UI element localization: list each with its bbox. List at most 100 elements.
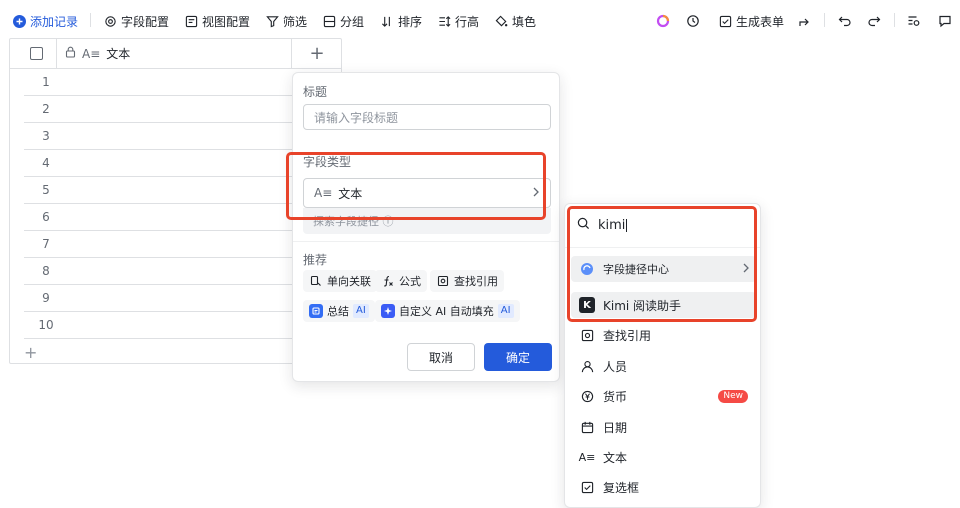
row-number: 3 (42, 129, 50, 143)
filter-button[interactable]: 筛选 (265, 12, 307, 30)
assistant-button[interactable] (656, 12, 670, 30)
comment-button[interactable] (938, 12, 952, 30)
field-config-panel: 标题 请输入字段标题 字段类型 A≡ 文本 探索字段捷径 ⓘ 推荐 单向关联 公… (292, 72, 560, 382)
type-item-currency[interactable]: 货币 New (571, 383, 756, 409)
chip-lookup[interactable]: 查找引用 (430, 270, 504, 292)
table-row[interactable]: 6 (24, 204, 292, 231)
row-number: 2 (42, 102, 50, 116)
row-number: 1 (42, 75, 50, 89)
table-row[interactable]: 2 (24, 96, 292, 123)
share-button[interactable] (798, 12, 812, 30)
table-row[interactable]: 7 (24, 231, 292, 258)
add-record-button[interactable]: 添加记录 (12, 12, 78, 30)
chip-formula[interactable]: 公式 (375, 270, 427, 292)
form-icon (718, 14, 732, 28)
undo-icon (838, 14, 852, 28)
type-item-date[interactable]: 日期 (571, 414, 756, 440)
add-column-button[interactable]: + (292, 39, 342, 68)
search-records-button[interactable] (907, 12, 921, 30)
row-number: 10 (38, 318, 54, 332)
assistant-ring-icon (656, 14, 670, 28)
table-row[interactable]: 8 (24, 258, 292, 285)
row-number: 6 (42, 210, 50, 224)
type-item-label: 人员 (603, 359, 628, 374)
share-icon (798, 14, 812, 28)
column-header-text[interactable]: A≡ 文本 (56, 39, 292, 68)
ai-tag: AI (353, 304, 369, 318)
text-type-icon: A≡ (82, 46, 101, 61)
add-row-button[interactable]: + (24, 343, 37, 362)
lookup-icon (436, 274, 450, 288)
type-item-lookup[interactable]: 查找引用 (571, 322, 756, 348)
row-number: 7 (42, 237, 50, 251)
currency-icon (579, 388, 595, 404)
chip-custom-ai-autofill[interactable]: 自定义 AI 自动填充 AI (375, 300, 520, 322)
chip-summary-ai[interactable]: 总结 AI (303, 300, 375, 322)
column-header-label: 文本 (106, 47, 131, 61)
divider (293, 241, 559, 242)
comment-icon (938, 14, 952, 28)
table-row[interactable]: 10 (24, 312, 292, 339)
view-config-icon (184, 14, 198, 28)
chip-label: 查找引用 (454, 275, 498, 288)
group-label: 分组 (340, 14, 365, 29)
redo-button[interactable] (867, 12, 881, 30)
custom-ai-icon (381, 304, 395, 318)
toolbar-divider (90, 13, 91, 27)
table-row[interactable]: 5 (24, 177, 292, 204)
cancel-button[interactable]: 取消 (407, 343, 475, 371)
type-item-label: 复选框 (603, 480, 640, 495)
sort-icon (380, 14, 394, 28)
confirm-button[interactable]: 确定 (484, 343, 552, 371)
recommend-label: 推荐 (303, 253, 328, 267)
toolbar: 添加记录 字段配置 视图配置 筛选 分组 排序 行高 填色 生成表单 (0, 0, 960, 40)
row-height-button[interactable]: 行高 (437, 12, 479, 30)
type-item-label: 查找引用 (603, 328, 652, 343)
undo-button[interactable] (838, 12, 852, 30)
view-config-button[interactable]: 视图配置 (184, 12, 250, 30)
table-row[interactable]: 9 (24, 285, 292, 312)
history-icon (686, 14, 700, 28)
list-search-icon (907, 14, 921, 28)
lookup-icon (579, 327, 595, 343)
type-item-text[interactable]: A≡ 文本 (571, 444, 756, 470)
table-row[interactable]: 3 (24, 123, 292, 150)
chip-label: 总结 (327, 305, 349, 318)
row-height-label: 行高 (455, 14, 480, 29)
field-config-label: 字段配置 (121, 14, 170, 29)
generate-form-button[interactable]: 生成表单 (718, 12, 784, 30)
gear-icon (103, 14, 117, 28)
select-all-checkbox[interactable] (30, 47, 43, 60)
group-icon (322, 14, 336, 28)
history-button[interactable] (686, 12, 700, 30)
sort-label: 排序 (398, 14, 423, 29)
one-way-link-icon (309, 274, 323, 288)
chip-one-way-link[interactable]: 单向关联 (303, 270, 377, 292)
type-item-label: 货币 (603, 389, 628, 404)
lock-icon (65, 46, 76, 61)
type-item-person[interactable]: 人员 (571, 353, 756, 379)
row-height-icon (437, 14, 451, 28)
field-title-input[interactable]: 请输入字段标题 (303, 104, 551, 130)
group-button[interactable]: 分组 (322, 12, 364, 30)
summary-ai-icon (309, 304, 323, 318)
title-label: 标题 (303, 85, 328, 99)
generate-form-label: 生成表单 (736, 14, 785, 29)
row-number: 5 (42, 183, 50, 197)
fill-color-button[interactable]: 填色 (494, 12, 536, 30)
table-row[interactable]: 1 (24, 69, 292, 96)
type-item-checkbox[interactable]: 复选框 (571, 474, 756, 500)
chip-label: 公式 (399, 275, 421, 288)
toolbar-divider (894, 13, 895, 27)
ai-tag: AI (497, 304, 514, 318)
sort-button[interactable]: 排序 (380, 12, 422, 30)
person-icon (579, 358, 595, 374)
field-config-button[interactable]: 字段配置 (103, 12, 169, 30)
calendar-icon (579, 419, 595, 435)
row-number: 8 (42, 264, 50, 278)
toolbar-divider (824, 13, 825, 27)
table-row[interactable]: 4 (24, 150, 292, 177)
grid-header: A≡ 文本 + (10, 39, 341, 69)
add-record-label: 添加记录 (30, 14, 79, 29)
highlight-box-field-type (286, 152, 546, 220)
